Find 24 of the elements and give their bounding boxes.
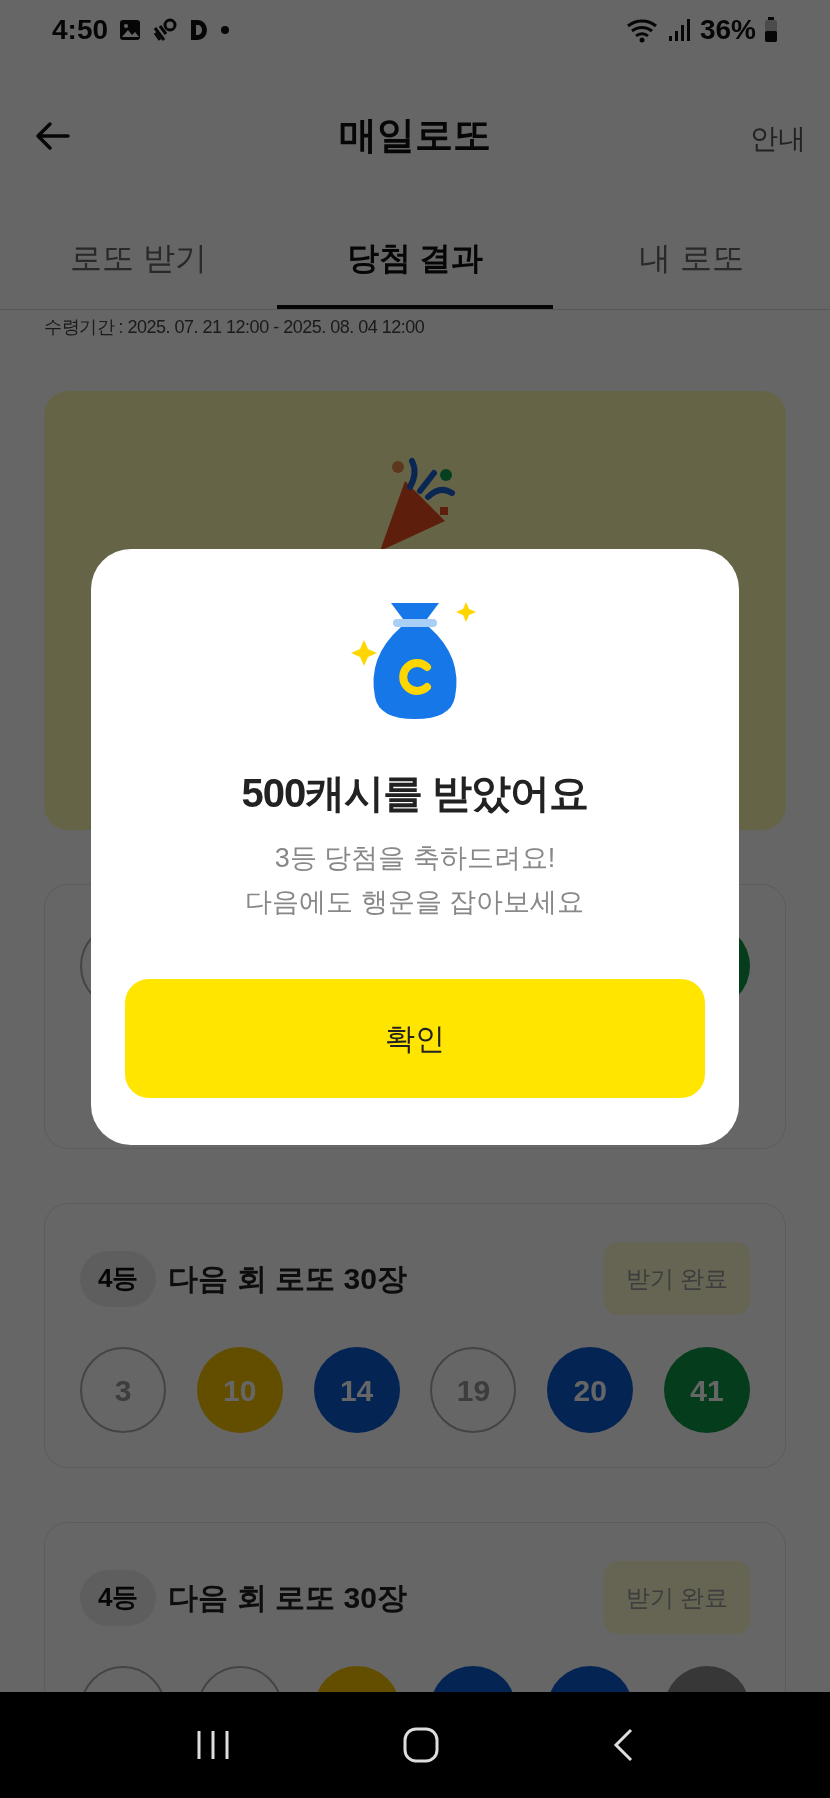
dialog-message: 다음에도 행운을 잡아보세요 (245, 886, 585, 919)
back-arrow-icon (34, 121, 70, 151)
battery-icon (764, 17, 778, 43)
dot-icon (220, 25, 231, 35)
claim-period: 수령기간 : 2025. 07. 21 12:00 - 2025. 08. 04 12:00 (43, 316, 426, 339)
page-title: 매일로또 (339, 112, 491, 158)
dialog-message: 3등 당첨을 축하드려요! (274, 842, 556, 875)
info-link[interactable]: 안내 (750, 118, 806, 160)
rank-badge: 4등 (80, 1250, 157, 1307)
prize-label: 다음 회 로또 30장 (168, 1261, 407, 1297)
battery-level: 36% (699, 13, 756, 47)
tab[interactable]: 당첨 결과 (276, 210, 554, 309)
recent-apps-icon[interactable] (195, 1729, 232, 1761)
status-time: 4:50 (52, 13, 109, 47)
tab[interactable]: 내 로또 (553, 210, 830, 309)
signal-icon (667, 18, 692, 42)
image-icon (118, 18, 143, 42)
prize-label: 다음 회 로또 30장 (168, 1580, 407, 1616)
confirm-button[interactable]: 확인 (125, 979, 705, 1098)
rank-badge: 4등 (80, 1569, 157, 1626)
app-icon (152, 18, 179, 42)
tab[interactable]: 로또 받기 (0, 210, 277, 309)
home-icon[interactable] (402, 1726, 440, 1764)
dialog-title: 500캐시를 받았어요 (241, 770, 589, 817)
